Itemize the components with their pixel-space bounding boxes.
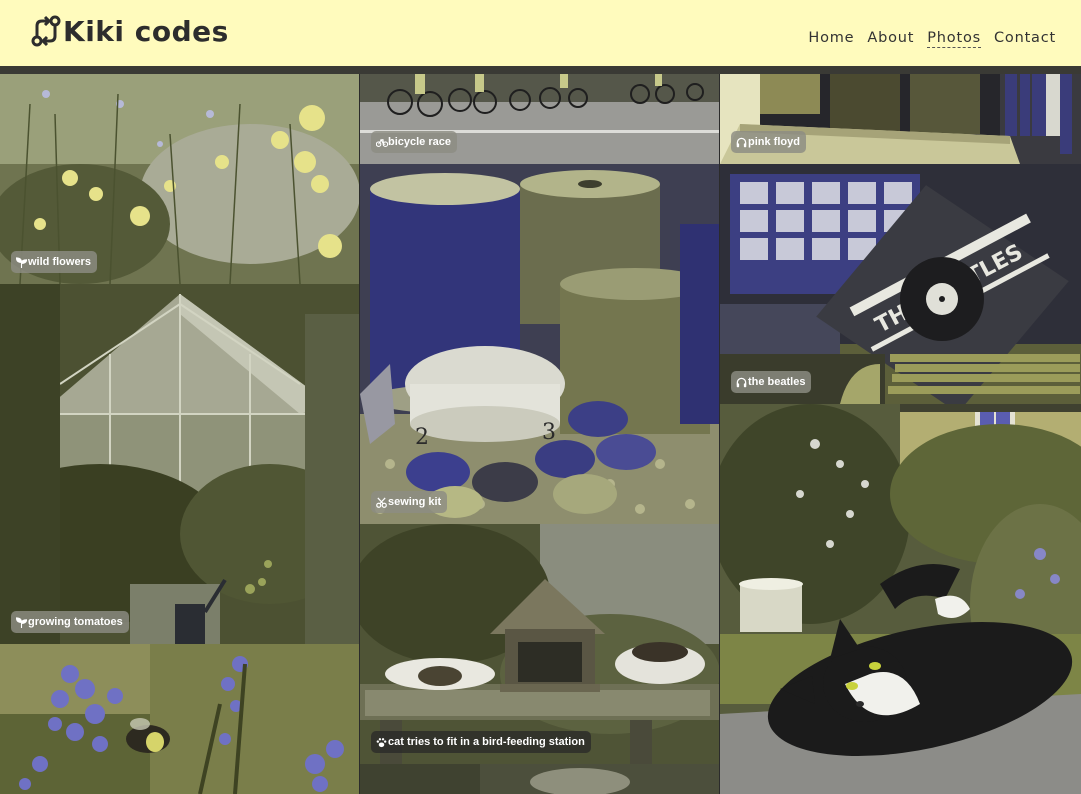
- photo-caption: pink floyd: [731, 131, 806, 153]
- photo-growing-tomatoes[interactable]: growing tomatoes: [0, 284, 359, 644]
- cat-bird-feeder-image: [360, 524, 719, 764]
- cat-lying-image: [720, 404, 1081, 794]
- greenhouse-image: [0, 284, 359, 644]
- photo-cat-lying[interactable]: [720, 404, 1081, 794]
- photo-sewing-kit[interactable]: 23 sewing kit: [360, 164, 719, 524]
- sewing-kit-image: 23: [360, 164, 719, 524]
- headphones-icon: [736, 137, 747, 148]
- photo-pink-floyd[interactable]: pink floyd: [720, 74, 1081, 164]
- bicycle-icon: [376, 137, 388, 148]
- photo-caption: growing tomatoes: [11, 611, 129, 633]
- nav-home[interactable]: Home: [808, 30, 854, 48]
- site-header: Kiki codes Home About Photos Contact: [0, 0, 1081, 74]
- photo-caption: sewing kit: [371, 491, 448, 513]
- beatles-record-image: THE BEATLES: [720, 164, 1081, 404]
- lavender-bee-image: [0, 644, 359, 794]
- photo-bicycle-race[interactable]: bicycle race: [360, 74, 719, 164]
- code-branch-icon: [30, 14, 62, 48]
- nav-contact[interactable]: Contact: [994, 30, 1056, 48]
- headphones-icon: [736, 377, 747, 388]
- photo-lavender-bee[interactable]: [0, 644, 359, 794]
- photo-caption: wild flowers: [11, 251, 97, 273]
- nav-photos[interactable]: Photos: [927, 30, 981, 48]
- photo-wild-flowers[interactable]: wild flowers: [0, 74, 359, 284]
- photo-gallery: wild flowers growing tomatoes bicycle ra…: [0, 74, 1081, 794]
- svg-text:3: 3: [542, 420, 556, 445]
- seedling-icon: [16, 616, 27, 628]
- photo-cat-bird-feeder[interactable]: cat tries to fit in a bird-feeding stati…: [360, 524, 719, 764]
- brand[interactable]: Kiki codes: [30, 14, 229, 48]
- site-title: Kiki codes: [63, 14, 229, 48]
- photo-partial[interactable]: [360, 764, 719, 794]
- photo-the-beatles[interactable]: THE BEATLES the beatles: [720, 164, 1081, 404]
- photo-caption: bicycle race: [371, 131, 457, 153]
- main-nav: Home About Photos Contact: [795, 30, 1056, 48]
- nav-about[interactable]: About: [867, 30, 914, 48]
- partial-photo-image: [360, 764, 719, 794]
- seedling-icon: [16, 256, 27, 268]
- photo-caption: cat tries to fit in a bird-feeding stati…: [371, 731, 591, 753]
- photo-caption: the beatles: [731, 371, 812, 393]
- svg-text:2: 2: [415, 425, 429, 450]
- paw-icon: [376, 737, 387, 748]
- scissors-icon: [376, 497, 387, 508]
